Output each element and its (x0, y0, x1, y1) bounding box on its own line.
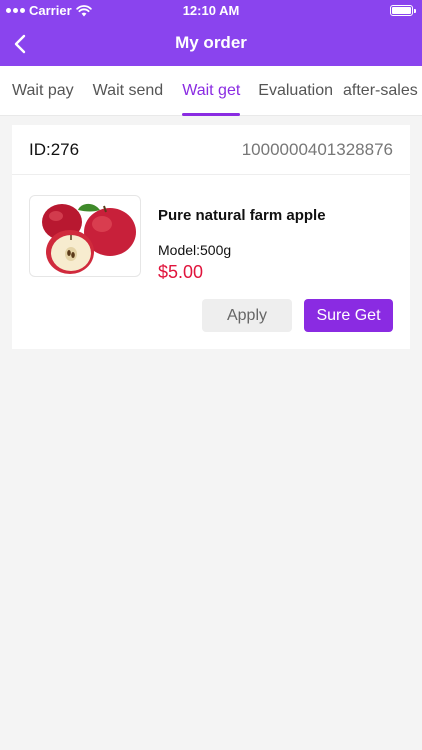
page-title: My order (175, 33, 247, 52)
sure-get-button[interactable]: Sure Get (304, 299, 393, 332)
order-status-tabs: Wait pay Wait send Wait get Evaluation a… (0, 66, 422, 116)
app-header: Carrier 12:10 AM My order (0, 0, 422, 66)
order-number: 1000000401328876 (241, 140, 393, 159)
product-model: Model:500g (158, 242, 232, 258)
tab-evaluation[interactable]: Evaluation (258, 66, 333, 116)
status-bar: Carrier 12:10 AM (0, 0, 422, 22)
order-header: ID:276 1000000401328876 (12, 125, 410, 175)
battery-icon (390, 5, 416, 16)
order-id: ID:276 (29, 140, 80, 159)
product-name[interactable]: Pure natural farm apple (158, 207, 326, 224)
status-time: 12:10 AM (182, 3, 240, 18)
tab-wait-pay[interactable]: Wait pay (12, 66, 74, 116)
apple-product-image[interactable] (29, 195, 141, 277)
product-price: $5.00 (158, 262, 204, 282)
nav-bar: My order (0, 22, 422, 66)
tab-after-sales[interactable]: after-sales (343, 66, 418, 116)
apply-button[interactable]: Apply (202, 299, 292, 332)
tab-wait-send[interactable]: Wait send (93, 66, 164, 116)
order-card: ID:276 1000000401328876 Pure natural far… (12, 125, 410, 349)
tab-wait-get[interactable]: Wait get (182, 66, 241, 116)
